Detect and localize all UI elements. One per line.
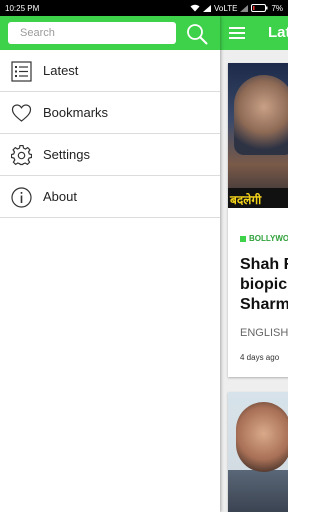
main-toolbar: Lat xyxy=(220,16,288,50)
drawer-item-label: Bookmarks xyxy=(43,105,109,120)
news-card[interactable]: बदलेगी BOLLYWOO Shah R biopic Sharm ENGL… xyxy=(228,63,288,377)
drawer-item-label: About xyxy=(43,189,77,204)
news-headline[interactable]: Shah R biopic Sharm xyxy=(240,255,288,315)
category-marker xyxy=(240,235,246,242)
status-icons: VoLTE 7% xyxy=(190,4,283,13)
battery-level: 7% xyxy=(271,3,283,13)
status-time: 10:25 PM xyxy=(5,3,40,13)
battery-icon xyxy=(251,4,268,12)
drawer-item-label: Settings xyxy=(43,147,90,162)
drawer-item-latest[interactable]: Latest xyxy=(0,50,220,92)
signal-icon-2 xyxy=(240,4,249,12)
search-icon[interactable] xyxy=(186,23,208,45)
drawer-header xyxy=(0,16,220,50)
network-type: VoLTE xyxy=(214,3,238,13)
news-card-image: बदलेगी xyxy=(228,63,288,208)
search-input[interactable] xyxy=(20,27,170,39)
list-icon xyxy=(11,61,32,82)
category-tag: BOLLYWOO xyxy=(240,234,288,243)
drawer-item-bookmarks[interactable]: Bookmarks xyxy=(0,92,220,134)
status-bar: 10:25 PM VoLTE 7% xyxy=(0,0,288,16)
screen: 10:25 PM VoLTE 7% Lat xyxy=(0,0,288,512)
signal-icon xyxy=(203,4,212,12)
search-box[interactable] xyxy=(8,22,176,44)
heart-icon xyxy=(11,104,32,122)
info-icon xyxy=(11,187,32,208)
main-title: Lat xyxy=(268,24,288,41)
news-card-2[interactable] xyxy=(228,392,288,512)
menu-icon[interactable] xyxy=(229,27,245,39)
image-caption: बदलेगी xyxy=(230,193,262,207)
drawer-item-settings[interactable]: Settings xyxy=(0,134,220,176)
main-content: Lat बदलेगी BOLLYWOO Shah R biopic Sharm … xyxy=(220,16,288,512)
news-time: 4 days ago xyxy=(240,353,280,362)
gear-icon xyxy=(11,145,32,166)
news-source: ENGLISH xyxy=(240,327,288,339)
wifi-icon xyxy=(190,4,200,12)
category-label: BOLLYWOO xyxy=(249,234,288,243)
news-card-2-image xyxy=(228,392,288,512)
drawer-item-label: Latest xyxy=(43,63,79,78)
navigation-drawer: Latest Bookmarks Settings About xyxy=(0,16,220,512)
drawer-item-about[interactable]: About xyxy=(0,176,220,218)
